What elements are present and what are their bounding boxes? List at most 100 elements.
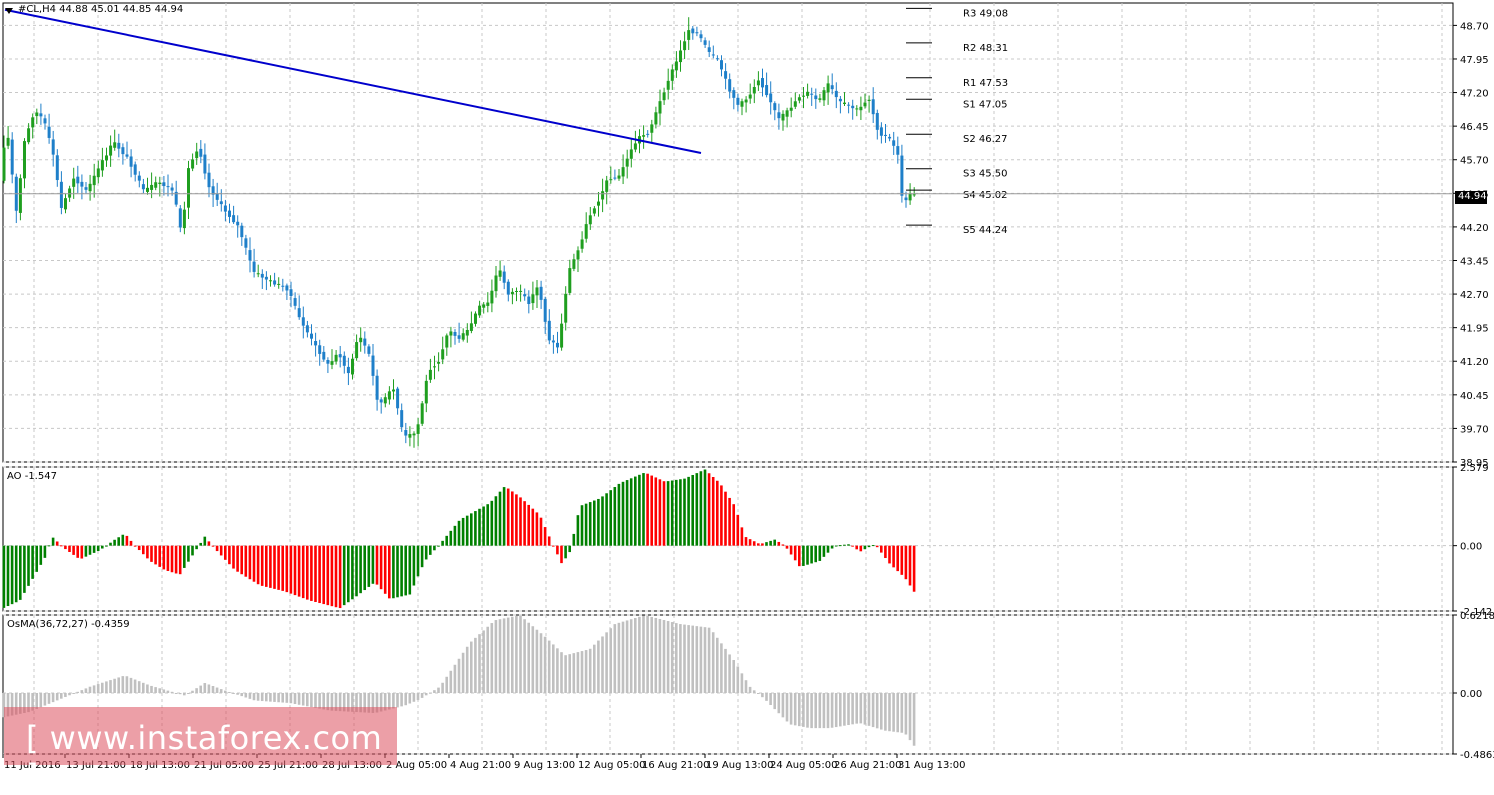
osma-bar <box>408 692 412 704</box>
osma-bar <box>183 692 186 696</box>
ao-bar <box>761 543 764 546</box>
ao-bar <box>113 539 116 546</box>
ao-bar <box>68 545 71 552</box>
candle-body <box>506 281 510 295</box>
ao-bar <box>863 545 867 550</box>
osma-bar <box>486 626 489 693</box>
candle-body <box>187 168 190 208</box>
ao-bar <box>666 481 670 546</box>
osma-bar <box>224 690 227 693</box>
candle-body <box>43 118 47 124</box>
osma-bar <box>547 640 551 693</box>
candle-body <box>576 250 580 260</box>
candle-body <box>359 337 363 343</box>
osma-bar <box>178 692 182 695</box>
osma-bar <box>256 692 260 701</box>
osma-bar <box>748 686 752 693</box>
ao-bar <box>732 504 735 546</box>
candle-body <box>305 325 309 333</box>
osma-bar <box>707 627 711 693</box>
candle-body <box>814 95 818 100</box>
osma-bar <box>670 622 674 693</box>
osma-bar <box>314 692 317 708</box>
candle-body <box>834 90 838 98</box>
osma-bar <box>424 692 428 696</box>
ao-bar <box>785 545 789 549</box>
osma-bar <box>880 692 883 730</box>
candle-body <box>810 93 814 95</box>
ao-bar <box>494 496 498 546</box>
ao-bar <box>830 545 834 549</box>
ao-bar <box>486 504 489 546</box>
osma-bar <box>248 692 252 699</box>
osma-bar <box>396 692 399 708</box>
candle-body <box>215 193 219 200</box>
candle-body <box>744 99 748 103</box>
ao-bar <box>871 545 875 547</box>
ao-bar <box>2 545 6 608</box>
ao-bar <box>285 545 289 593</box>
osma-bar <box>789 692 793 725</box>
ao-bar <box>519 497 522 546</box>
menu-triangle-icon[interactable] <box>5 8 13 14</box>
osma-bar <box>101 682 104 693</box>
osma-bar <box>64 692 67 697</box>
ao-bar <box>371 545 375 584</box>
osma-bar <box>47 692 51 704</box>
osma-bar <box>269 692 272 702</box>
osma-bar <box>724 648 727 693</box>
candle-body <box>642 135 646 137</box>
candle-body <box>72 178 76 187</box>
osma-bar <box>584 650 588 693</box>
osma-bar <box>482 630 485 693</box>
candle-body <box>428 369 432 380</box>
candle-body <box>433 366 436 368</box>
osma-bar <box>404 692 407 706</box>
osma-bar <box>265 692 268 702</box>
candle-body <box>297 308 301 318</box>
osma-bar <box>736 666 740 693</box>
ao-bar <box>433 545 436 551</box>
ao-bar <box>744 537 748 546</box>
ao-bar <box>420 545 424 568</box>
x-tick-label: 24 Aug 05:00 <box>770 760 837 771</box>
osma-bar <box>80 690 84 693</box>
ao-bar <box>588 502 592 546</box>
candle-body <box>720 60 723 70</box>
osma-bar <box>834 692 838 728</box>
candle-body <box>560 323 564 348</box>
ao-bar <box>281 545 284 591</box>
osma-bar <box>683 624 686 693</box>
osma-bar <box>818 692 822 729</box>
candle-body <box>64 198 67 210</box>
ao-bar <box>634 476 637 546</box>
ao-bar <box>80 545 84 559</box>
ao-bar <box>679 479 682 546</box>
candle-body <box>35 112 39 117</box>
osma-tick-label: -0.4863 <box>1460 750 1494 761</box>
candle-body <box>871 99 875 115</box>
osma-bar <box>572 653 576 693</box>
osma-bar <box>580 651 584 693</box>
candle-body <box>437 361 441 364</box>
osma-bar <box>51 692 55 703</box>
osma-bar <box>859 692 863 724</box>
candle-body <box>260 273 264 278</box>
candle-body <box>10 139 14 175</box>
osma-bar <box>453 664 457 693</box>
candle-body <box>420 403 424 424</box>
osma-bar <box>117 677 120 693</box>
candle-body <box>125 154 129 157</box>
candle-body <box>133 164 137 175</box>
candle-body <box>691 28 695 34</box>
candle-body <box>191 159 195 169</box>
candle-body <box>838 98 842 102</box>
ao-bar <box>260 545 264 586</box>
ao-bar <box>191 545 194 556</box>
ao-bar <box>453 525 457 546</box>
osma-bar <box>716 637 719 693</box>
ao-bar <box>597 498 600 546</box>
candle-body <box>875 112 879 130</box>
ao-bar <box>412 545 416 586</box>
candle-body <box>531 294 535 304</box>
